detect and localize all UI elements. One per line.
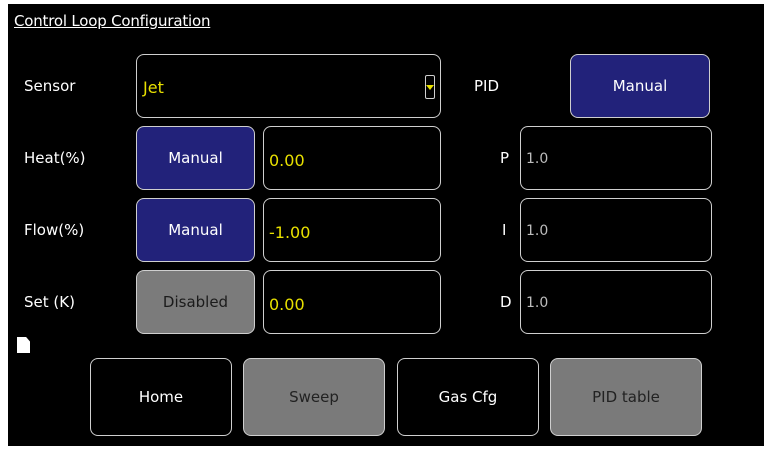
- sensor-dropdown[interactable]: Jet: [136, 54, 441, 118]
- heat-value: 0.00: [269, 151, 305, 170]
- page-title: Control Loop Configuration: [14, 12, 211, 30]
- flow-value-field[interactable]: -1.00: [263, 198, 441, 262]
- document-icon: [17, 337, 30, 353]
- d-value-field[interactable]: 1.0: [520, 270, 712, 334]
- pid-table-button[interactable]: PID table: [550, 358, 702, 436]
- gas-cfg-button[interactable]: Gas Cfg: [397, 358, 539, 436]
- heat-mode-button[interactable]: Manual: [136, 126, 255, 190]
- flow-mode-button[interactable]: Manual: [136, 198, 255, 262]
- i-value: 1.0: [526, 223, 549, 239]
- p-value: 1.0: [526, 151, 549, 167]
- p-label: P: [500, 149, 510, 167]
- sensor-label: Sensor: [24, 77, 76, 95]
- i-value-field[interactable]: 1.0: [520, 198, 712, 262]
- control-loop-screen: Control Loop Configuration Sensor Heat(%…: [8, 4, 764, 446]
- p-value-field[interactable]: 1.0: [520, 126, 712, 190]
- heat-value-field[interactable]: 0.00: [263, 126, 441, 190]
- i-label: I: [502, 221, 507, 239]
- set-value-field[interactable]: 0.00: [263, 270, 441, 334]
- flow-label: Flow(%): [24, 221, 85, 239]
- set-value: 0.00: [269, 295, 305, 314]
- set-label: Set (K): [24, 293, 75, 311]
- home-button[interactable]: Home: [90, 358, 232, 436]
- sweep-button[interactable]: Sweep: [243, 358, 385, 436]
- pid-mode-button[interactable]: Manual: [570, 54, 710, 118]
- flow-value: -1.00: [269, 223, 311, 242]
- dropdown-arrow-icon[interactable]: [425, 75, 435, 99]
- pid-label: PID: [474, 77, 500, 95]
- d-label: D: [500, 293, 512, 311]
- d-value: 1.0: [526, 295, 549, 311]
- set-mode-button[interactable]: Disabled: [136, 270, 255, 334]
- heat-label: Heat(%): [24, 149, 86, 167]
- sensor-value: Jet: [143, 78, 164, 97]
